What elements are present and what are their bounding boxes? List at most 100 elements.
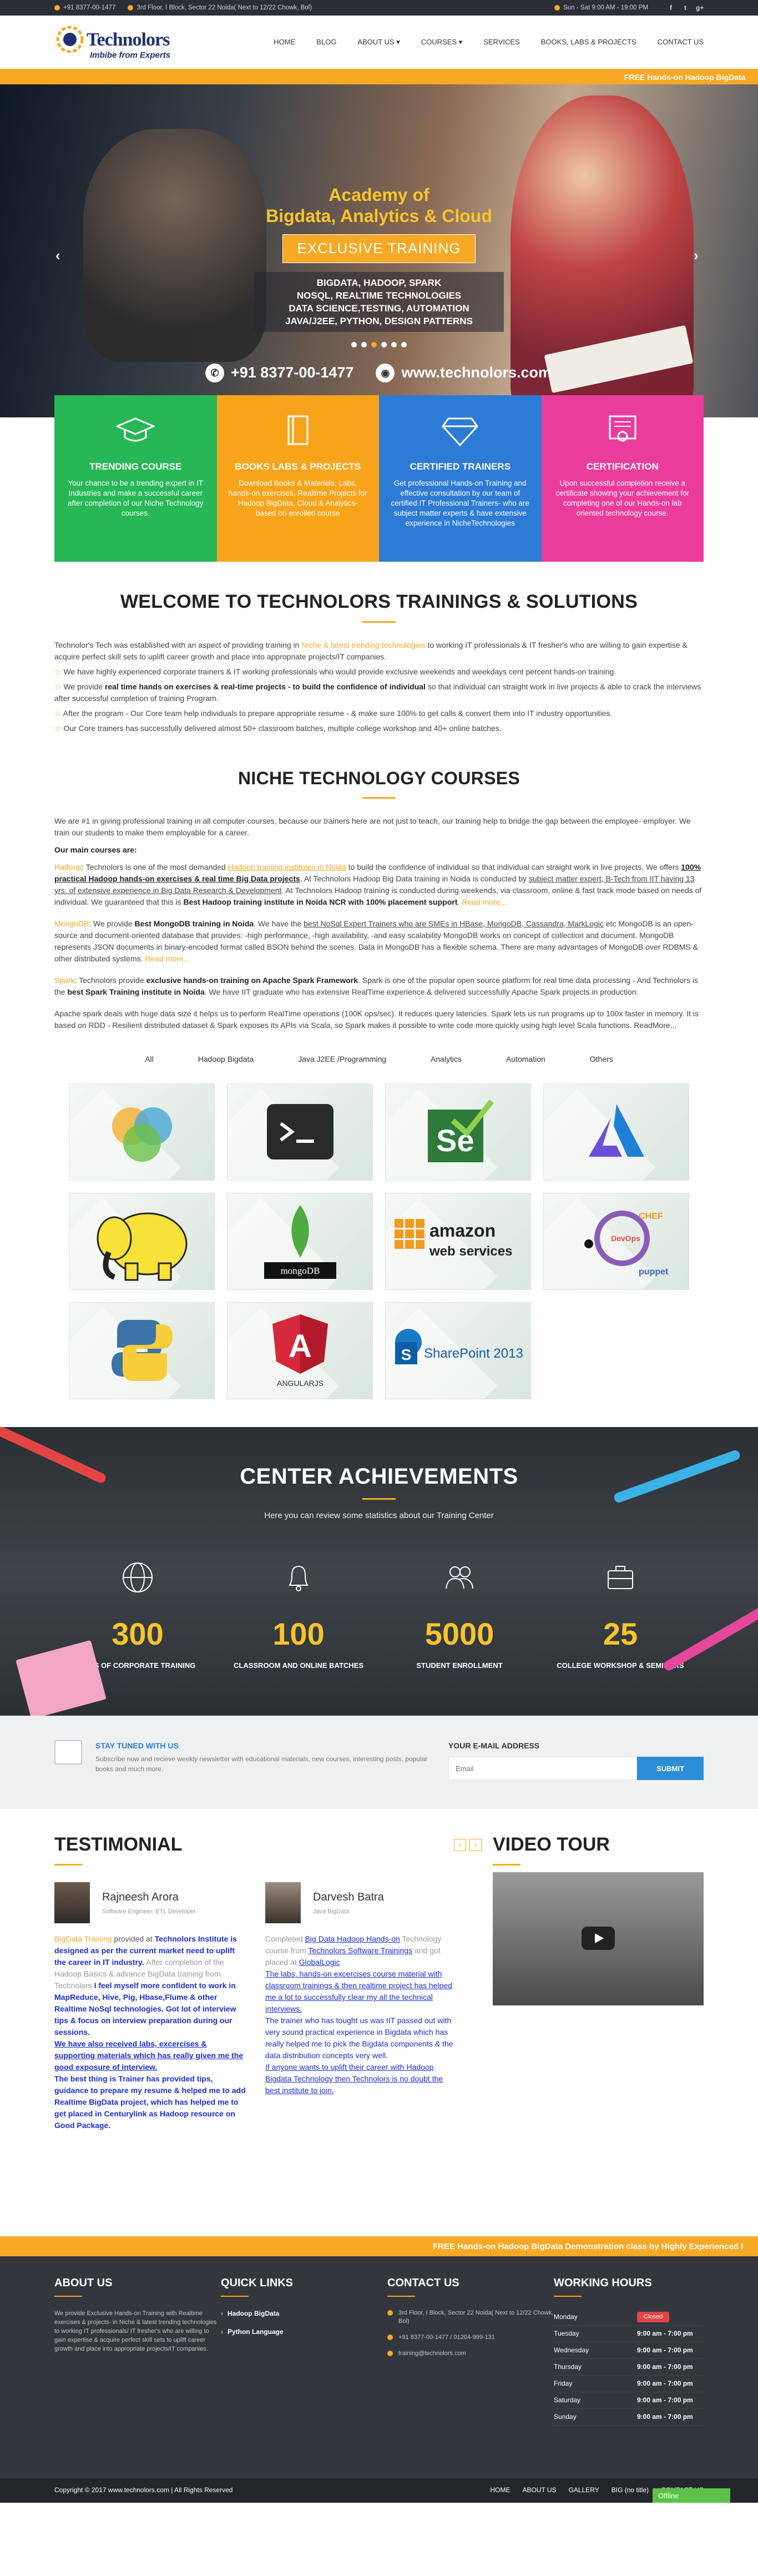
bottom-link-about[interactable]: ABOUT US <box>522 2486 556 2495</box>
slider-dot-active[interactable] <box>371 341 377 347</box>
hadoop-institute-link[interactable]: Hadoop training institutes in Noida <box>228 863 346 871</box>
slider-dot[interactable] <box>361 341 367 347</box>
stat-number: 5000 <box>425 1616 494 1652</box>
avatar <box>265 1882 301 1924</box>
hadoop-elephant-icon <box>97 1212 187 1281</box>
filter-others[interactable]: Others <box>590 1053 613 1065</box>
hero-phone[interactable]: +91 8377-00-1477 <box>231 362 353 384</box>
email-input[interactable] <box>448 1757 637 1781</box>
title-underline <box>554 2295 582 2297</box>
nav-books[interactable]: BOOKS, LABS & PROJECTS <box>541 37 636 48</box>
course-tile-azure[interactable] <box>543 1083 689 1181</box>
filter-all[interactable]: All <box>145 1053 154 1065</box>
nav-blog[interactable]: BLOG <box>316 37 336 48</box>
feature-trending[interactable]: TRENDING COURSE Your chance to be a tren… <box>54 395 217 562</box>
nav-contact[interactable]: CONTACT US <box>658 37 704 48</box>
testimonial-next-icon[interactable]: › <box>469 1838 482 1851</box>
nav-about[interactable]: ABOUT US ▾ <box>357 37 400 48</box>
hero-caption: Academy of Bigdata, Analytics & Cloud EX… <box>0 184 758 347</box>
hero-academy-line1: Academy of <box>329 185 429 205</box>
hero-academy-line2: Bigdata, Analytics & Cloud <box>266 206 492 226</box>
announcement-ticker[interactable]: FREE Hands-on Hadoop BigData <box>0 69 758 84</box>
welcome-section: WELCOME TO TECHNOLORS TRAININGS & SOLUTI… <box>54 562 704 734</box>
top-bar: +91 8377-00-1477 3rd Floor, I Block, Sec… <box>0 0 758 16</box>
filter-java[interactable]: Java J2EE /Programming <box>298 1053 386 1065</box>
newsletter-section: STAY TUNED WITH US Subscribe now and rec… <box>0 1715 758 1809</box>
selenium-icon: Se <box>427 1100 494 1163</box>
slider-dot[interactable] <box>401 341 407 347</box>
terminal-icon <box>266 1104 333 1160</box>
facebook-icon[interactable]: f <box>667 4 675 12</box>
filter-hadoop[interactable]: Hadoop Bigdata <box>198 1053 254 1065</box>
envelope-icon <box>54 1740 82 1765</box>
nav-services[interactable]: SERVICES <box>483 37 520 48</box>
filter-automation[interactable]: Automation <box>506 1053 545 1065</box>
hero-topic: BIGDATA, HADOOP, SPARK <box>316 277 442 288</box>
nav-courses[interactable]: COURSES ▾ <box>421 37 462 48</box>
tile-label: mongoDB <box>280 1266 320 1276</box>
course-tile-python[interactable] <box>69 1302 215 1399</box>
footer-phone[interactable]: +91 8377-00-1477 / 01204-999-131 <box>387 2333 554 2342</box>
google-plus-icon[interactable]: g+ <box>696 4 704 12</box>
submit-button[interactable]: SUBMIT <box>637 1757 704 1781</box>
svg-text:S: S <box>401 1346 411 1363</box>
email-label: YOUR E-MAIL ADDRESS <box>448 1741 540 1750</box>
footer-link-python[interactable]: Python Language <box>221 2327 387 2337</box>
hero-slider: ‹ › Academy of Bigdata, Analytics & Clou… <box>0 84 758 417</box>
footer-heading: ABOUT US <box>54 2276 113 2289</box>
hadoop-read-more-link[interactable]: Read more... <box>462 898 507 906</box>
course-filters: All Hadoop Bigdata Java J2EE /Programmin… <box>0 1053 758 1065</box>
play-icon[interactable] <box>582 1927 615 1950</box>
course-tile-venn[interactable] <box>69 1083 215 1181</box>
title-underline <box>221 2295 249 2297</box>
bottom-link-big[interactable]: BIG (no title) <box>612 2486 649 2495</box>
footer-link-hadoop[interactable]: Hadoop BigData <box>221 2309 387 2318</box>
site-logo[interactable]: Technolors Imbibe from Experts <box>54 23 204 62</box>
feature-trainers[interactable]: CERTIFIED TRAINERS Get professional Hand… <box>379 395 542 562</box>
footer-email[interactable]: training@technolors.com <box>387 2350 554 2358</box>
venn-diagram-icon <box>112 1107 172 1162</box>
footer-heading: WORKING HOURS <box>554 2276 652 2289</box>
svg-text:puppet: puppet <box>639 1267 669 1277</box>
topbar-phone[interactable]: +91 8377-00-1477 <box>54 3 115 13</box>
welcome-title: WELCOME TO TECHNOLORS TRAININGS & SOLUTI… <box>120 591 638 612</box>
course-tile-mongodb[interactable]: mongoDB <box>227 1192 373 1290</box>
slider-dot[interactable] <box>351 341 357 347</box>
course-tile-aws[interactable]: amazon web services <box>385 1192 531 1290</box>
star-icon: ☆ <box>54 682 64 692</box>
bell-icon <box>289 1565 309 1591</box>
achievements-lead: Here you can review some statistics abou… <box>264 1510 494 1520</box>
nav-home[interactable]: HOME <box>274 37 295 48</box>
hero-topic: JAVA/J2EE, PYTHON, DESIGN PATTERNS <box>285 315 473 326</box>
course-tile-terminal[interactable] <box>227 1083 373 1181</box>
course-tile-angular[interactable]: A ANGULARJS <box>227 1302 373 1399</box>
hadoop-paragraph: Hadoop: Technolors is one of the most de… <box>54 862 702 906</box>
star-icon: ☆ <box>54 709 63 718</box>
exclusive-training-button[interactable]: EXCLUSIVE TRAINING <box>282 234 476 263</box>
mongodb-read-more-link[interactable]: Read more... <box>145 954 190 963</box>
bottom-link-home[interactable]: HOME <box>490 2486 510 2495</box>
testimonial-column: TESTIMONIAL ‹ › Rajneesh Arora Software … <box>54 1831 482 2131</box>
slider-dot[interactable] <box>391 341 397 347</box>
hero-website[interactable]: www.technolors.com <box>401 362 552 384</box>
filter-analytics[interactable]: Analytics <box>431 1053 462 1065</box>
tile-label: ANGULARJS <box>276 1379 323 1388</box>
testimonial-prev-icon[interactable]: ‹ <box>454 1838 466 1851</box>
course-tile-devops[interactable]: CHEF puppet DevOps <box>543 1192 689 1290</box>
stat-batches: 100 CLASSROOM AND ONLINE BATCHES <box>218 1561 379 1671</box>
graduation-cap-icon <box>115 417 156 442</box>
course-tile-sharepoint[interactable]: S SharePoint 2013 <box>385 1302 531 1399</box>
course-tile-selenium[interactable]: Se <box>385 1083 531 1181</box>
diamond-icon <box>442 417 479 447</box>
hero-topic: NOSQL, REALTIME TECHNOLOGIES <box>296 290 462 301</box>
slider-dot[interactable] <box>381 341 387 347</box>
twitter-icon[interactable]: t <box>681 4 689 12</box>
bottom-link-gallery[interactable]: GALLERY <box>569 2486 599 2495</box>
feature-certification[interactable]: CERTIFICATION Upon successful completion… <box>541 395 704 562</box>
video-player[interactable] <box>493 1872 704 2006</box>
chat-offline-widget[interactable]: Offline <box>653 2488 730 2503</box>
azure-icon <box>588 1104 644 1157</box>
bottom-ticker[interactable]: FREE Hands-on Hadoop BigData Demonstrati… <box>0 2236 758 2256</box>
feature-books[interactable]: BOOKS LABS & PROJECTS Download Books & M… <box>216 395 379 562</box>
course-tile-hadoop[interactable] <box>69 1192 215 1290</box>
